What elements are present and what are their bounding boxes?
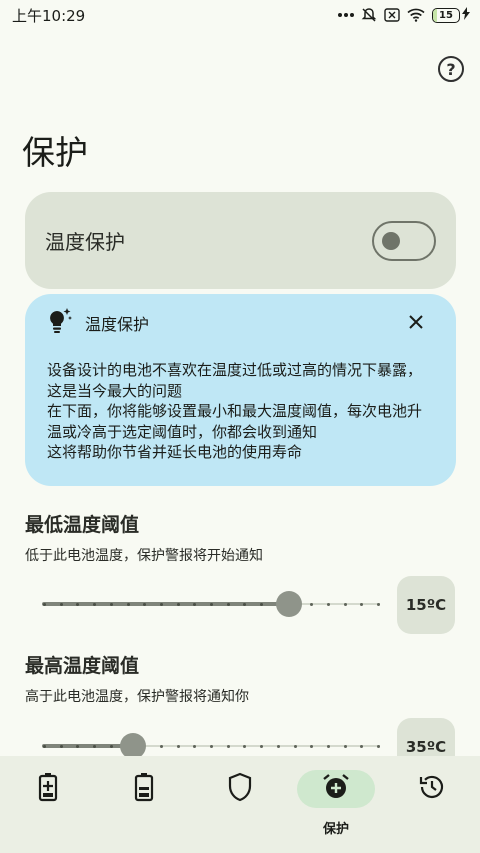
slider-tick — [126, 602, 130, 606]
slider-tick — [377, 602, 380, 606]
info-line: 设备设计的电池不喜欢在温度过低或过高的情况下暴露，这是当今最大的问题 — [47, 361, 423, 400]
nav-pill — [105, 770, 183, 808]
help-icon: ? — [446, 59, 456, 79]
nav-item-battery[interactable] — [96, 770, 192, 853]
status-icons: 15 — [338, 6, 470, 24]
slider-tick — [377, 744, 380, 748]
mute-bell-icon — [361, 7, 377, 23]
slider-tick — [293, 744, 297, 748]
info-line: 这将帮助你节省并延长电池的使用寿命 — [47, 443, 303, 461]
slider-tick — [210, 744, 213, 748]
more-dots-icon — [338, 12, 354, 18]
info-card: 温度保护 设备设计的电池不喜欢在温度过低或过高的情况下暴露，这是当今最大的问题 … — [25, 294, 456, 486]
slider-tick — [310, 602, 314, 606]
nav-pill — [393, 770, 471, 808]
slider-tick — [343, 602, 347, 606]
nav-item-charging[interactable] — [0, 770, 96, 853]
battery-fill — [433, 8, 437, 22]
slider-thumb[interactable] — [276, 591, 302, 617]
nav-item-protection[interactable]: 保护 — [288, 770, 384, 853]
history-icon — [417, 772, 447, 806]
nav-item-history[interactable] — [384, 770, 480, 853]
slider-tick — [176, 744, 180, 748]
slider-tick — [143, 602, 147, 606]
slider-tick — [226, 744, 230, 748]
min-threshold-value: 15ºC — [397, 576, 455, 634]
max-threshold-title: 最高温度阈值 — [25, 655, 140, 677]
slider-tick — [43, 744, 46, 748]
slider-tick — [360, 602, 364, 606]
slider-tick — [176, 602, 180, 606]
charging-bolt-icon — [462, 6, 470, 24]
slider-tick — [93, 602, 97, 606]
close-info-button[interactable] — [404, 311, 428, 335]
battery-indicator: 15 — [432, 6, 470, 24]
slider-tick — [276, 744, 280, 748]
page-title: 保护 — [22, 133, 88, 172]
slider-tick — [210, 602, 213, 606]
slider-tick — [226, 602, 230, 606]
battery-icon — [134, 772, 154, 806]
lightbulb-icon — [47, 307, 73, 339]
slider-tick — [343, 744, 347, 748]
temperature-protection-label: 温度保护 — [45, 230, 125, 254]
max-threshold-subtitle: 高于此电池温度，保护警报将通知你 — [25, 689, 249, 705]
slider-tick — [193, 602, 197, 606]
nav-item-shield[interactable] — [192, 770, 288, 853]
slider-tick — [193, 744, 197, 748]
info-card-title: 温度保护 — [85, 315, 150, 334]
close-icon — [409, 314, 423, 333]
no-sim-icon — [384, 8, 400, 22]
temperature-protection-switch[interactable] — [372, 220, 436, 261]
battery-charging-icon — [38, 772, 58, 806]
slider-tick — [326, 744, 330, 748]
nav-pill — [9, 770, 87, 808]
shield-icon — [227, 772, 253, 806]
info-line: 在下面，你将能够设置最小和最大温度阈值，每次电池升温或冷高于选定阈值时，你都会收… — [47, 402, 423, 441]
slider-active-track — [42, 602, 289, 606]
switch-knob — [382, 231, 400, 250]
slider-tick — [326, 602, 330, 606]
temperature-protection-card[interactable]: 温度保护 — [25, 192, 456, 289]
min-threshold-title: 最低温度阈值 — [25, 514, 140, 536]
slider-tick — [260, 602, 264, 606]
slider-tick — [59, 602, 63, 606]
info-card-body: 设备设计的电池不喜欢在温度过低或过高的情况下暴露，这是当今最大的问题 在下面，你… — [47, 360, 434, 463]
slider-tick — [159, 602, 163, 606]
min-threshold-subtitle: 低于此电池温度，保护警报将开始通知 — [25, 548, 263, 564]
slider-tick — [360, 744, 364, 748]
nav-label-protection: 保护 — [322, 822, 349, 837]
slider-tick — [260, 744, 264, 748]
nav-pill — [201, 770, 279, 808]
help-button[interactable]: ? — [438, 56, 464, 82]
slider-tick — [109, 744, 113, 748]
status-bar: 上午10:29 15 — [0, 0, 480, 30]
slider-tick — [43, 602, 46, 606]
slider-tick — [109, 602, 113, 606]
bottom-navigation: 保护 — [0, 756, 480, 853]
wifi-icon — [407, 8, 425, 22]
slider-tick — [59, 744, 63, 748]
slider-tick — [310, 744, 314, 748]
alarm-add-icon — [322, 773, 350, 805]
slider-tick — [159, 744, 163, 748]
min-threshold-slider[interactable] — [42, 589, 380, 619]
status-time: 上午10:29 — [12, 6, 86, 25]
info-card-header: 温度保护 — [47, 294, 434, 352]
nav-pill-active — [297, 770, 375, 808]
battery-level: 15 — [439, 9, 453, 21]
slider-tick — [93, 744, 97, 748]
